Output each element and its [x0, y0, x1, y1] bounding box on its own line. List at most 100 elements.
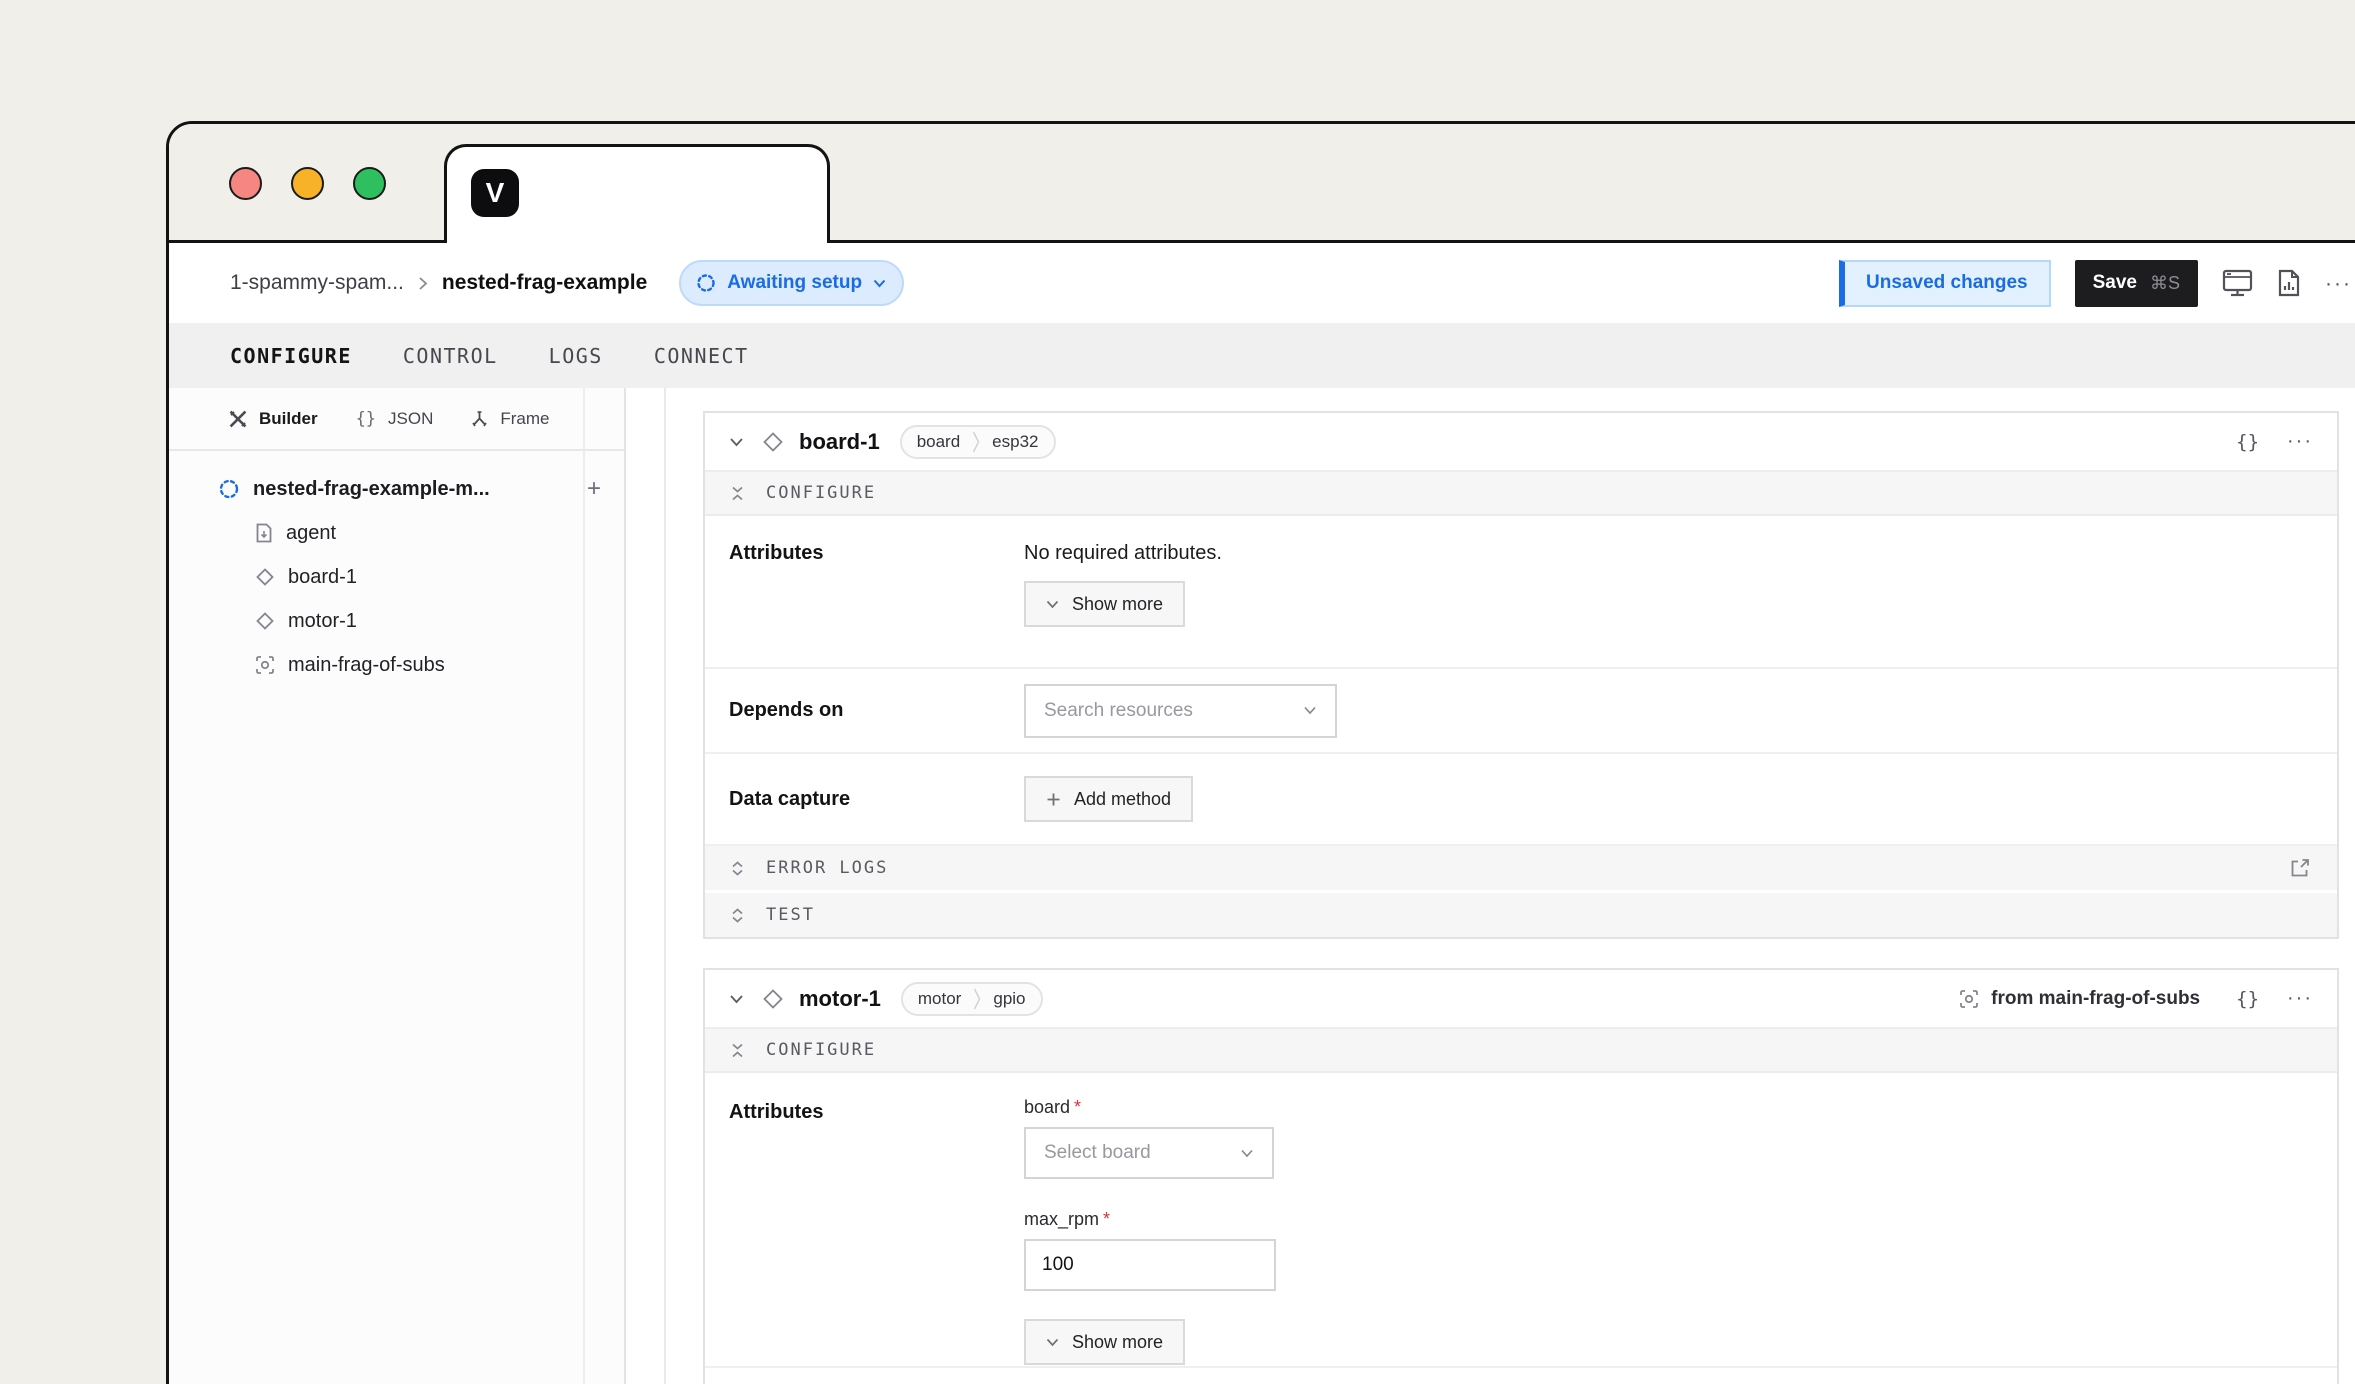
view-tab-json[interactable]: {} JSON: [356, 409, 434, 429]
tag-esp32: esp32: [992, 432, 1038, 452]
sidebar-view-switcher: Builder {} JSON Frame: [169, 388, 624, 451]
required-asterisk: *: [1103, 1209, 1110, 1229]
board-1-header-actions: {} ···: [2236, 430, 2313, 453]
code-braces-icon[interactable]: {}: [2236, 988, 2259, 1010]
desktop-background: V 1-spammy-spam... nested-frag-example A…: [0, 0, 2355, 1384]
status-badge-label: Awaiting setup: [727, 272, 862, 294]
motor-1-card-title: motor-1: [799, 986, 881, 1012]
breadcrumb-parent[interactable]: 1-spammy-spam...: [230, 271, 404, 295]
show-more-label: Show more: [1072, 1332, 1163, 1353]
collapse-card-chevron-icon[interactable]: [729, 437, 744, 447]
depends-on-select[interactable]: Search resources: [1024, 684, 1337, 738]
browser-window: V 1-spammy-spam... nested-frag-example A…: [166, 121, 2355, 1384]
tab-control[interactable]: CONTROL: [403, 344, 498, 368]
board-select-placeholder: Select board: [1044, 1142, 1151, 1164]
tab-configure[interactable]: CONFIGURE: [230, 344, 352, 368]
minimize-window-button[interactable]: [291, 167, 324, 200]
json-braces-icon: {}: [356, 409, 376, 429]
machine-report-document-icon[interactable]: [2277, 269, 2301, 297]
board-field-label-text: board: [1024, 1097, 1070, 1117]
machine-status-badge[interactable]: Awaiting setup: [679, 260, 904, 306]
add-method-button[interactable]: Add method: [1024, 776, 1193, 822]
card-more-menu-icon[interactable]: ···: [2287, 430, 2313, 453]
agent-file-icon: [255, 523, 273, 543]
view-tab-builder[interactable]: Builder: [229, 409, 318, 429]
view-tab-builder-label: Builder: [259, 409, 318, 429]
view-tab-frame[interactable]: Frame: [471, 409, 549, 429]
configure-section-label: CONFIGURE: [766, 483, 876, 503]
depends-on-placeholder: Search resources: [1044, 700, 1193, 722]
save-button[interactable]: Save ⌘S: [2075, 260, 2198, 307]
test-section-label: TEST: [766, 905, 815, 925]
board-select[interactable]: Select board: [1024, 1127, 1274, 1179]
tab-logs[interactable]: LOGS: [549, 344, 603, 368]
code-braces-icon[interactable]: {}: [2236, 431, 2259, 453]
motor-1-attributes-row: Attributes board* Select board max_: [705, 1073, 2337, 1368]
motor-1-card-header: motor-1 motor gpio from main-frag-of-sub…: [705, 970, 2337, 1029]
open-logs-external-link-icon[interactable]: [2289, 857, 2311, 879]
board-1-attributes-row: Attributes No required attributes. Show …: [705, 516, 2337, 669]
content-divider: [664, 388, 666, 1384]
required-asterisk: *: [1074, 1097, 1081, 1117]
show-more-button[interactable]: Show more: [1024, 581, 1185, 627]
max-rpm-field-label: max_rpm*: [1024, 1209, 1276, 1230]
tree-item-machine-part[interactable]: nested-frag-example-m... +: [169, 467, 624, 511]
header-more-menu-icon[interactable]: ···: [2325, 273, 2352, 294]
fragment-icon: [1959, 989, 1979, 1009]
save-shortcut-hint: ⌘S: [2150, 273, 2180, 294]
chevron-down-icon: [1303, 706, 1317, 715]
board-1-error-logs-section-bar[interactable]: ERROR LOGS: [705, 846, 2337, 890]
collapse-vertical-icon[interactable]: [731, 486, 744, 501]
tree-item-agent[interactable]: agent: [169, 511, 624, 555]
tree-item-agent-label: agent: [286, 522, 336, 545]
chevron-right-icon: [418, 276, 428, 291]
error-logs-section-label: ERROR LOGS: [766, 858, 888, 878]
add-method-label: Add method: [1074, 789, 1171, 810]
component-diamond-icon: [762, 431, 784, 453]
add-resource-button[interactable]: +: [584, 479, 604, 499]
attributes-content: No required attributes. Show more: [1024, 516, 1222, 667]
browser-tab[interactable]: V: [444, 144, 830, 243]
board-1-test-section-bar[interactable]: TEST: [705, 893, 2337, 937]
data-capture-label: Data capture: [729, 788, 1024, 811]
fragment-icon: [255, 655, 275, 675]
card-more-menu-icon[interactable]: ···: [2287, 987, 2313, 1010]
board-1-card-header: board-1 board esp32 {} ···: [705, 413, 2337, 472]
max-rpm-input[interactable]: [1024, 1239, 1276, 1291]
motor-1-header-actions: from main-frag-of-subs {} ···: [1959, 987, 2313, 1010]
tree-item-motor-1[interactable]: motor-1: [169, 599, 624, 643]
component-diamond-icon: [255, 567, 275, 587]
save-button-label: Save: [2093, 272, 2137, 294]
maximize-window-button[interactable]: [353, 167, 386, 200]
unsaved-changes-indicator[interactable]: Unsaved changes: [1839, 260, 2051, 307]
machine-nav-tabbar: CONFIGURE CONTROL LOGS CONNECT: [169, 323, 2355, 388]
from-fragment-indicator: from main-frag-of-subs: [1959, 988, 2200, 1010]
resource-tree: nested-frag-example-m... + agent board: [169, 451, 624, 687]
show-more-button[interactable]: Show more: [1024, 1319, 1185, 1365]
plus-icon: [1046, 792, 1061, 807]
collapse-card-chevron-icon[interactable]: [729, 994, 744, 1004]
configure-section-label: CONFIGURE: [766, 1040, 876, 1060]
machine-setup-monitor-icon[interactable]: [2222, 269, 2253, 297]
expand-vertical-icon[interactable]: [731, 861, 744, 876]
tag-motor: motor: [918, 989, 961, 1009]
tab-connect[interactable]: CONNECT: [654, 344, 749, 368]
max-rpm-field-label-text: max_rpm: [1024, 1209, 1099, 1229]
view-tab-json-label: JSON: [388, 409, 433, 429]
tree-item-main-frag-of-subs[interactable]: main-frag-of-subs: [169, 643, 624, 687]
tree-item-motor-1-label: motor-1: [288, 610, 357, 633]
viam-logo: V: [471, 169, 519, 217]
motor-1-configure-section-bar[interactable]: CONFIGURE: [705, 1029, 2337, 1073]
collapse-vertical-icon[interactable]: [731, 1043, 744, 1058]
attributes-fields: board* Select board max_rpm*: [1024, 1073, 1276, 1366]
tag-separator-icon: [973, 987, 981, 1011]
header-actions: Unsaved changes Save ⌘S ···: [1839, 243, 2352, 323]
from-fragment-label: from main-frag-of-subs: [1991, 988, 2200, 1010]
tree-item-main-frag-of-subs-label: main-frag-of-subs: [288, 654, 445, 677]
configure-body: Builder {} JSON Frame: [169, 388, 2355, 1384]
close-window-button[interactable]: [229, 167, 262, 200]
chevron-down-icon: [873, 279, 886, 288]
expand-vertical-icon[interactable]: [731, 908, 744, 923]
board-1-configure-section-bar[interactable]: CONFIGURE: [705, 472, 2337, 516]
tree-item-board-1[interactable]: board-1: [169, 555, 624, 599]
